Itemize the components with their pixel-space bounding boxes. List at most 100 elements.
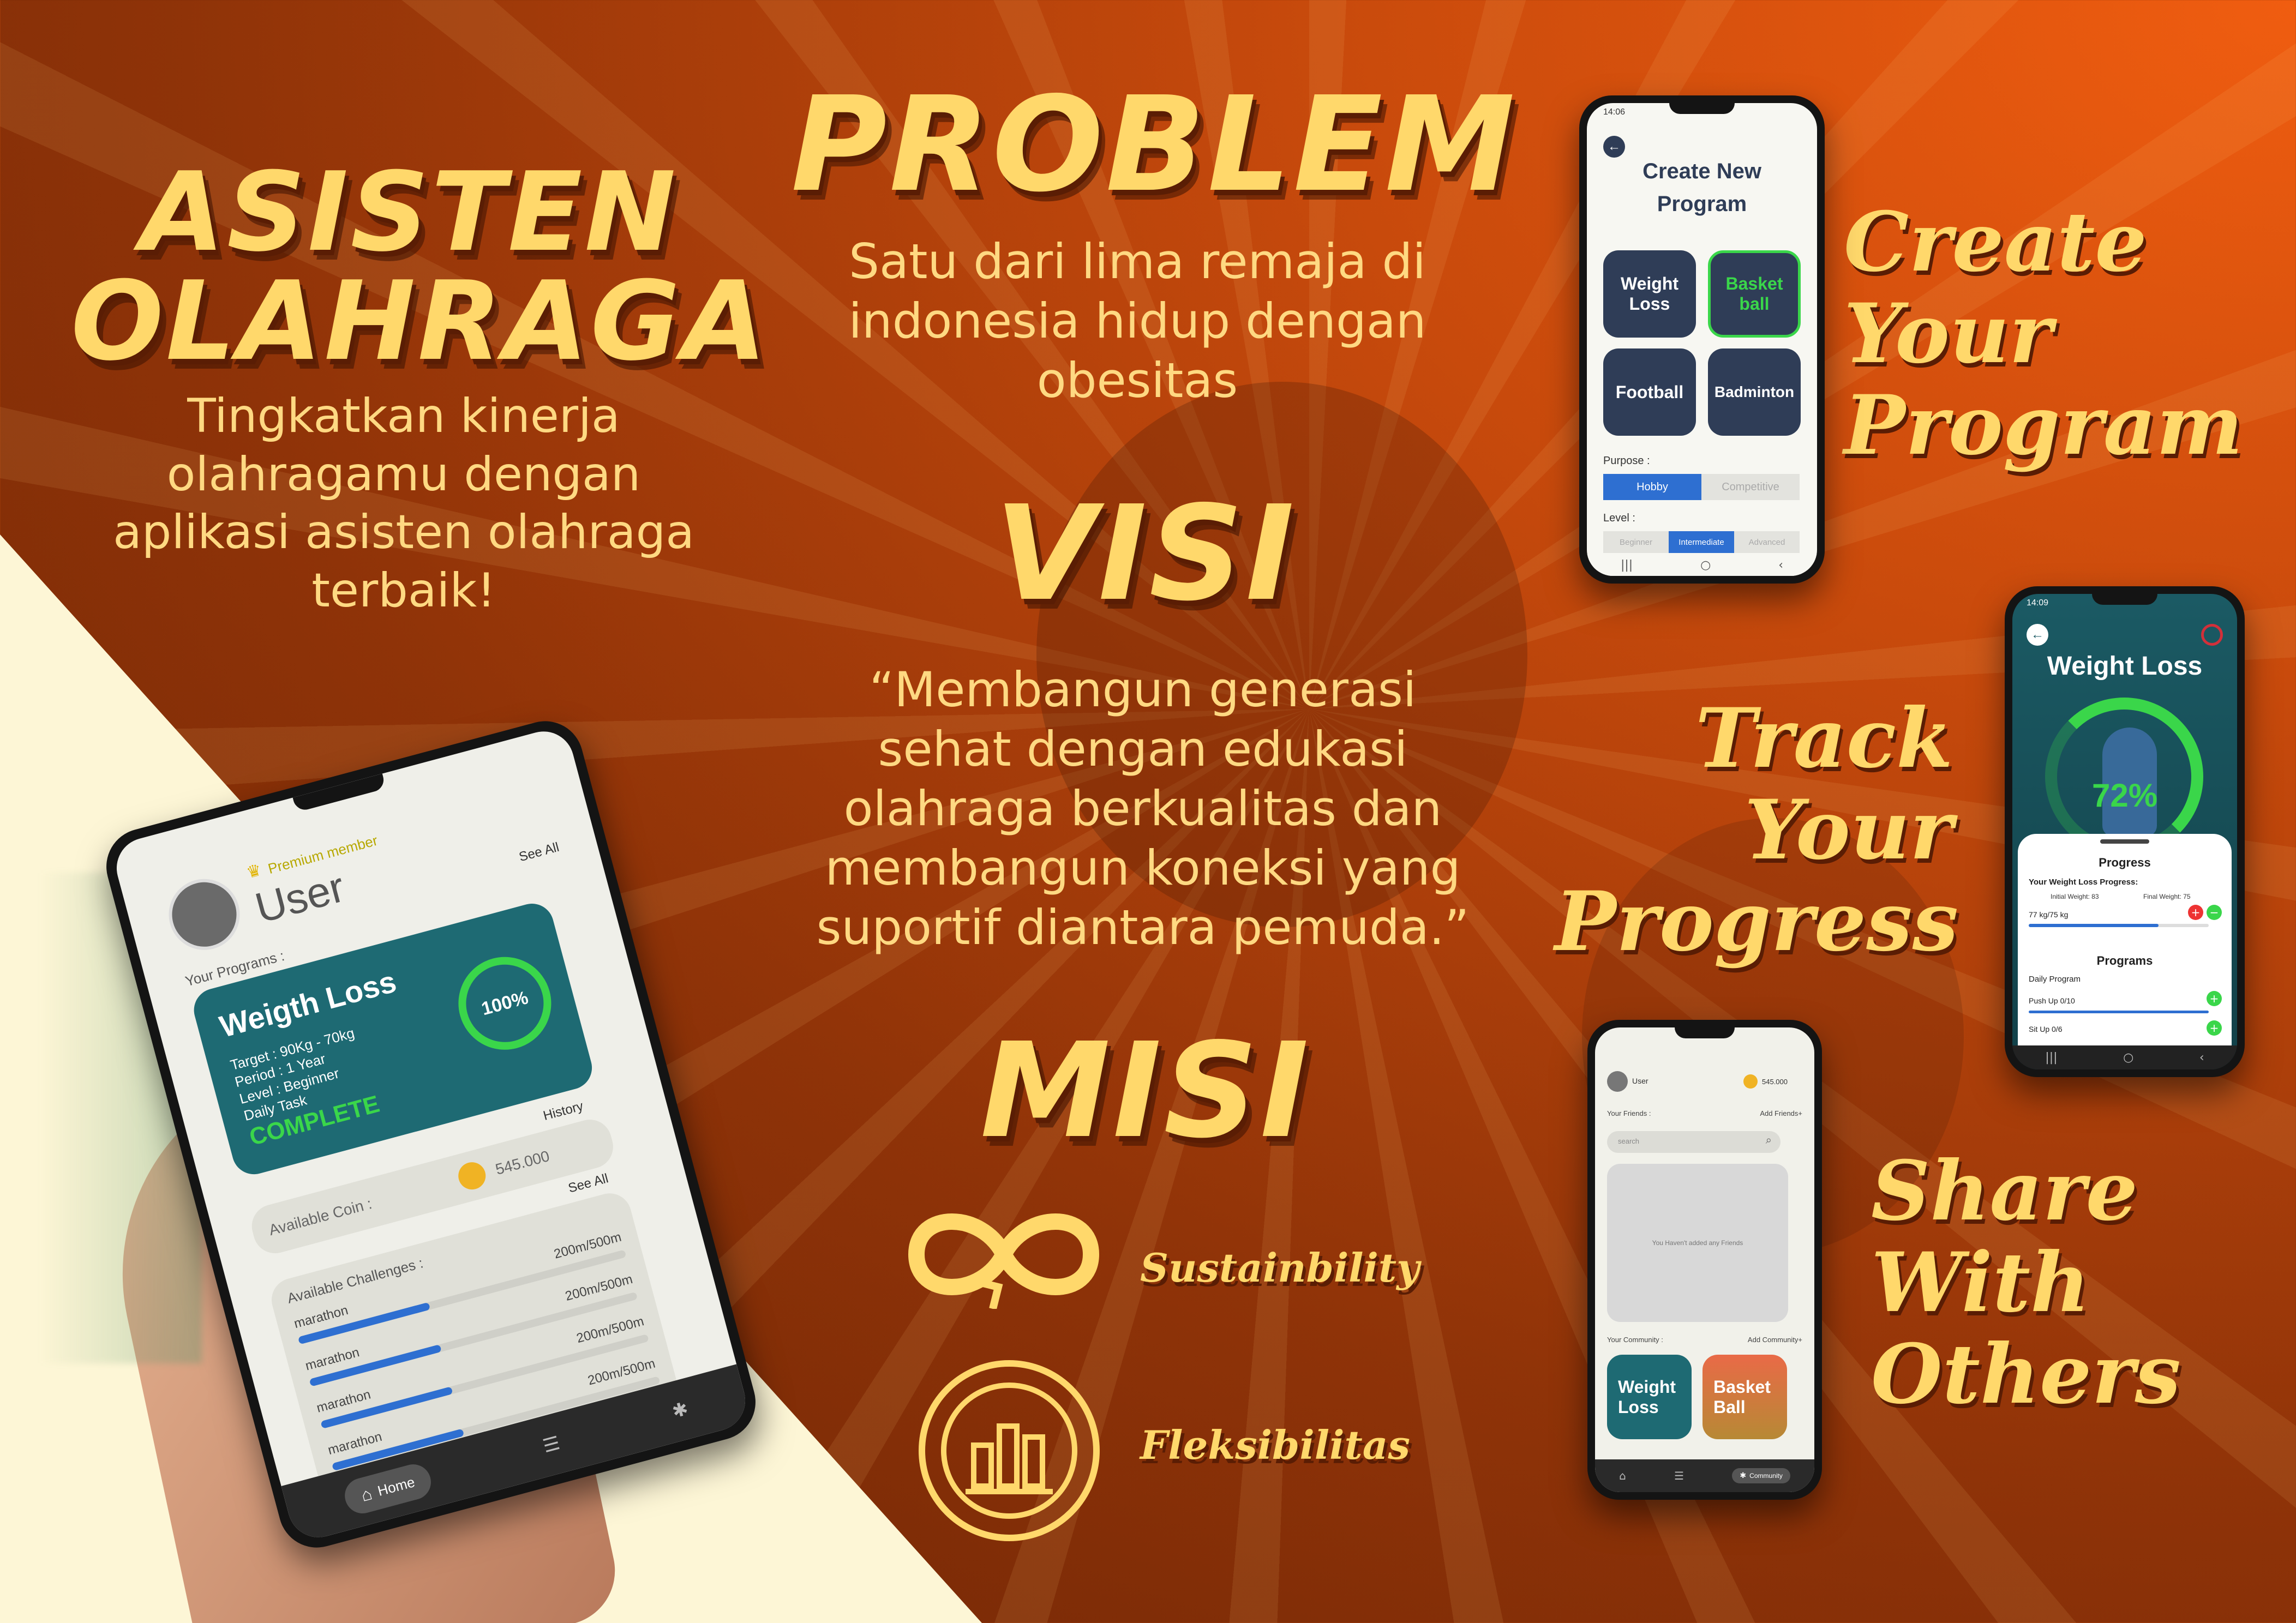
back-nav-icon[interactable]: ‹ [1778,558,1783,572]
back-arrow-icon: ← [1608,139,1621,154]
task-sit-up-add[interactable]: + [2207,1020,2222,1036]
home-circle-icon[interactable]: ○ [2123,1051,2133,1065]
sheet-handle [2100,839,2149,844]
create-title: Create New Program [1587,155,1817,220]
misi-title: MISI [980,1014,1311,1167]
hero-tagline: Tingkatkan kinerja olahragamu dengan apl… [113,389,694,618]
share-coin: 545.000 [1762,1078,1788,1086]
community-line2: Ball [1713,1397,1746,1417]
program-progress-ring: 100% [448,946,562,1060]
add-community-link[interactable]: Add Community+ [1748,1336,1802,1344]
track-heading-line3: Progress [1555,874,1959,970]
search-icon: ⌕ [1765,1134,1772,1146]
tile-line1: Badminton [1714,383,1795,400]
track-screen: 14:09 ← Weight Loss 72% Progress Your We… [2012,594,2237,1069]
back-nav-icon[interactable]: ‹ [2199,1051,2204,1065]
camera-notch [1675,1027,1735,1038]
avatar[interactable] [1607,1071,1628,1092]
decrease-button[interactable]: + [2188,905,2203,920]
level-intermediate-option[interactable]: Intermediate [1669,531,1734,553]
challenges-see-all-link[interactable]: See All [567,1171,610,1196]
task-push-up-bar [2029,1011,2209,1013]
purpose-hobby-option[interactable]: Hobby [1603,474,1701,500]
create-phone: 14:06 ← Create New Program Weight Loss Ba… [1579,95,1825,584]
hero-title-line1: ASISTEN [140,149,678,276]
share-phone: User 545.000 Your Friends : Add Friends+… [1587,1020,1822,1500]
tile-weight-loss[interactable]: Weight Loss [1603,250,1696,338]
visi-text: “Membangun generasi sehat dengan edukasi… [816,662,1470,956]
infinity-icon [908,1213,1100,1309]
community-line1: Basket [1713,1376,1771,1397]
hero-title: ASISTEN OLAHRAGA [71,149,769,385]
share-user-name: User [1632,1077,1648,1085]
task-push-up: Push Up 0/10 [2029,996,2075,1005]
community-weight-loss[interactable]: Weight Loss [1607,1355,1692,1439]
program-card-title: Weigth Loss [215,964,400,1044]
nav-home-button[interactable]: ⌂ Home [341,1460,435,1517]
level-advanced-option[interactable]: Advanced [1734,531,1800,553]
list-icon[interactable]: ☰ [1674,1469,1684,1482]
status-time: 14:06 [1603,107,1626,117]
list-icon[interactable]: ☰ [541,1432,562,1458]
minus-icon: + [2191,906,2201,919]
coin-label: Available Coin : [267,1195,374,1239]
level-beginner-option[interactable]: Beginner [1603,531,1669,553]
purpose-label: Purpose : [1603,455,1650,467]
see-all-programs-link[interactable]: See All [518,840,561,865]
tile-football[interactable]: Football [1603,348,1696,436]
status-time: 14:09 [2027,598,2049,608]
add-friends-link[interactable]: Add Friends+ [1760,1109,1802,1117]
level-label: Level : [1603,512,1635,524]
recents-icon[interactable]: ||| [1621,558,1633,572]
weight-progress-bar [2029,924,2209,927]
final-weight: Final Weight: 75 [2143,893,2191,900]
home-icon[interactable]: ⌂ [1619,1469,1626,1482]
create-heading: Create Your Program [1844,196,2243,471]
community-basketball[interactable]: Basket Ball [1702,1355,1787,1439]
nav-community-button[interactable]: ✱ Community [1732,1468,1790,1483]
community-line2: Loss [1618,1397,1659,1417]
camera-notch [1669,103,1735,114]
search-placeholder: search [1618,1137,1640,1145]
purpose-competitive-option[interactable]: Competitive [1701,474,1800,500]
increase-button[interactable]: − [2207,905,2222,920]
task-push-up-add[interactable]: + [2207,991,2222,1006]
back-button[interactable]: ← [1603,136,1625,158]
friend-search-box[interactable]: search ⌕ [1607,1131,1781,1153]
initial-weight: Initial Weight: 83 [2051,893,2099,900]
tile-line1: Basket [1725,274,1783,293]
progress-title: Progress [2099,856,2151,869]
create-heading-line1: Create [1844,194,2147,290]
friends-empty-text: You Haven't added any Friends [1652,1239,1743,1247]
community-line1: Weight [1618,1376,1676,1397]
history-link[interactable]: History [542,1099,585,1124]
paw-icon[interactable]: ✱ [670,1398,691,1423]
avatar[interactable] [160,871,248,958]
recents-icon[interactable]: ||| [2045,1051,2057,1065]
coin-icon [455,1159,489,1193]
tile-basketball[interactable]: Basket ball [1708,250,1801,338]
progress-sheet: Progress Your Weight Loss Progress: Init… [2018,834,2232,1045]
visi-title: VISI [994,477,1297,630]
android-nav-bar: ||| ○ ‹ [1587,554,1817,576]
create-title-line2: Program [1657,192,1747,216]
share-heading-line2: With [1871,1235,2090,1331]
tile-badminton[interactable]: Badminton [1708,348,1801,436]
tile-line1: Football [1615,382,1684,402]
create-screen: 14:06 ← Create New Program Weight Loss Ba… [1587,103,1817,576]
program-percent: 100% [479,987,531,1019]
daily-program-label: Daily Program [2029,975,2081,984]
problem-text: Satu dari lima remaja di indonesia hidup… [848,233,1426,409]
camera-notch [2092,594,2157,605]
task-sit-up: Sit Up 0/6 [2029,1025,2063,1033]
settings-icon[interactable] [2201,624,2223,646]
track-phone: 14:09 ← Weight Loss 72% Progress Your We… [2005,586,2245,1077]
home-circle-icon[interactable]: ○ [1700,558,1711,572]
current-weight: 77 kg/75 kg [2029,910,2069,919]
progress-percent: 72% [2091,777,2158,814]
track-title: Weight Loss [2047,652,2203,681]
nav-community-label: Community [1749,1472,1783,1480]
hero-title-line2: OLAHRAGA [71,258,769,385]
tile-line2: Loss [1629,294,1670,314]
back-button[interactable]: ← [2027,624,2048,646]
